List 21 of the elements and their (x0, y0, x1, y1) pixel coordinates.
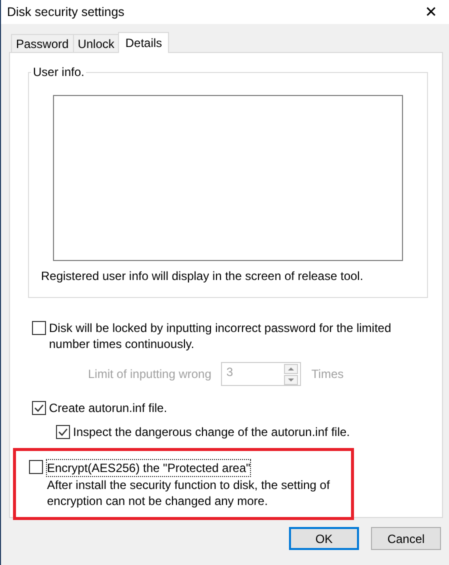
tab[interactable]: Details (118, 32, 170, 53)
checkbox-label: Disk will be locked by inputting incorrect password for the limited number times continuously. (49, 320, 392, 352)
user-info-field[interactable] (53, 95, 403, 261)
caption-text: Registered user info will display in the screen of release tool. (41, 269, 364, 283)
checkbox[interactable] (29, 460, 43, 474)
checkbox[interactable] (56, 425, 70, 439)
dialog-button[interactable]: Cancel (371, 527, 441, 550)
group-label: User info. (32, 65, 86, 79)
limit-label: Limit of inputting wrong (88, 367, 212, 381)
dialog-button[interactable]: OK (289, 527, 359, 550)
spinner-value: 3 (226, 364, 234, 381)
tab[interactable]: Password (11, 34, 74, 52)
unit-label: Times (311, 367, 344, 381)
checkbox-label: Encrypt(AES256) the "Protected area" (46, 459, 252, 477)
window-title: Disk security settings (7, 5, 124, 19)
checkbox[interactable] (32, 401, 46, 415)
checkbox[interactable] (32, 321, 46, 335)
checkbox-label: Create autorun.inf file. (49, 400, 168, 416)
checkbox-label: Inspect the dangerous change of the autorun.inf file. (73, 424, 351, 440)
note-text: After install the security function to disk, the setting of encryption can not be changed any more. (46, 477, 331, 509)
close-button[interactable]: ✕ (413, 0, 449, 24)
